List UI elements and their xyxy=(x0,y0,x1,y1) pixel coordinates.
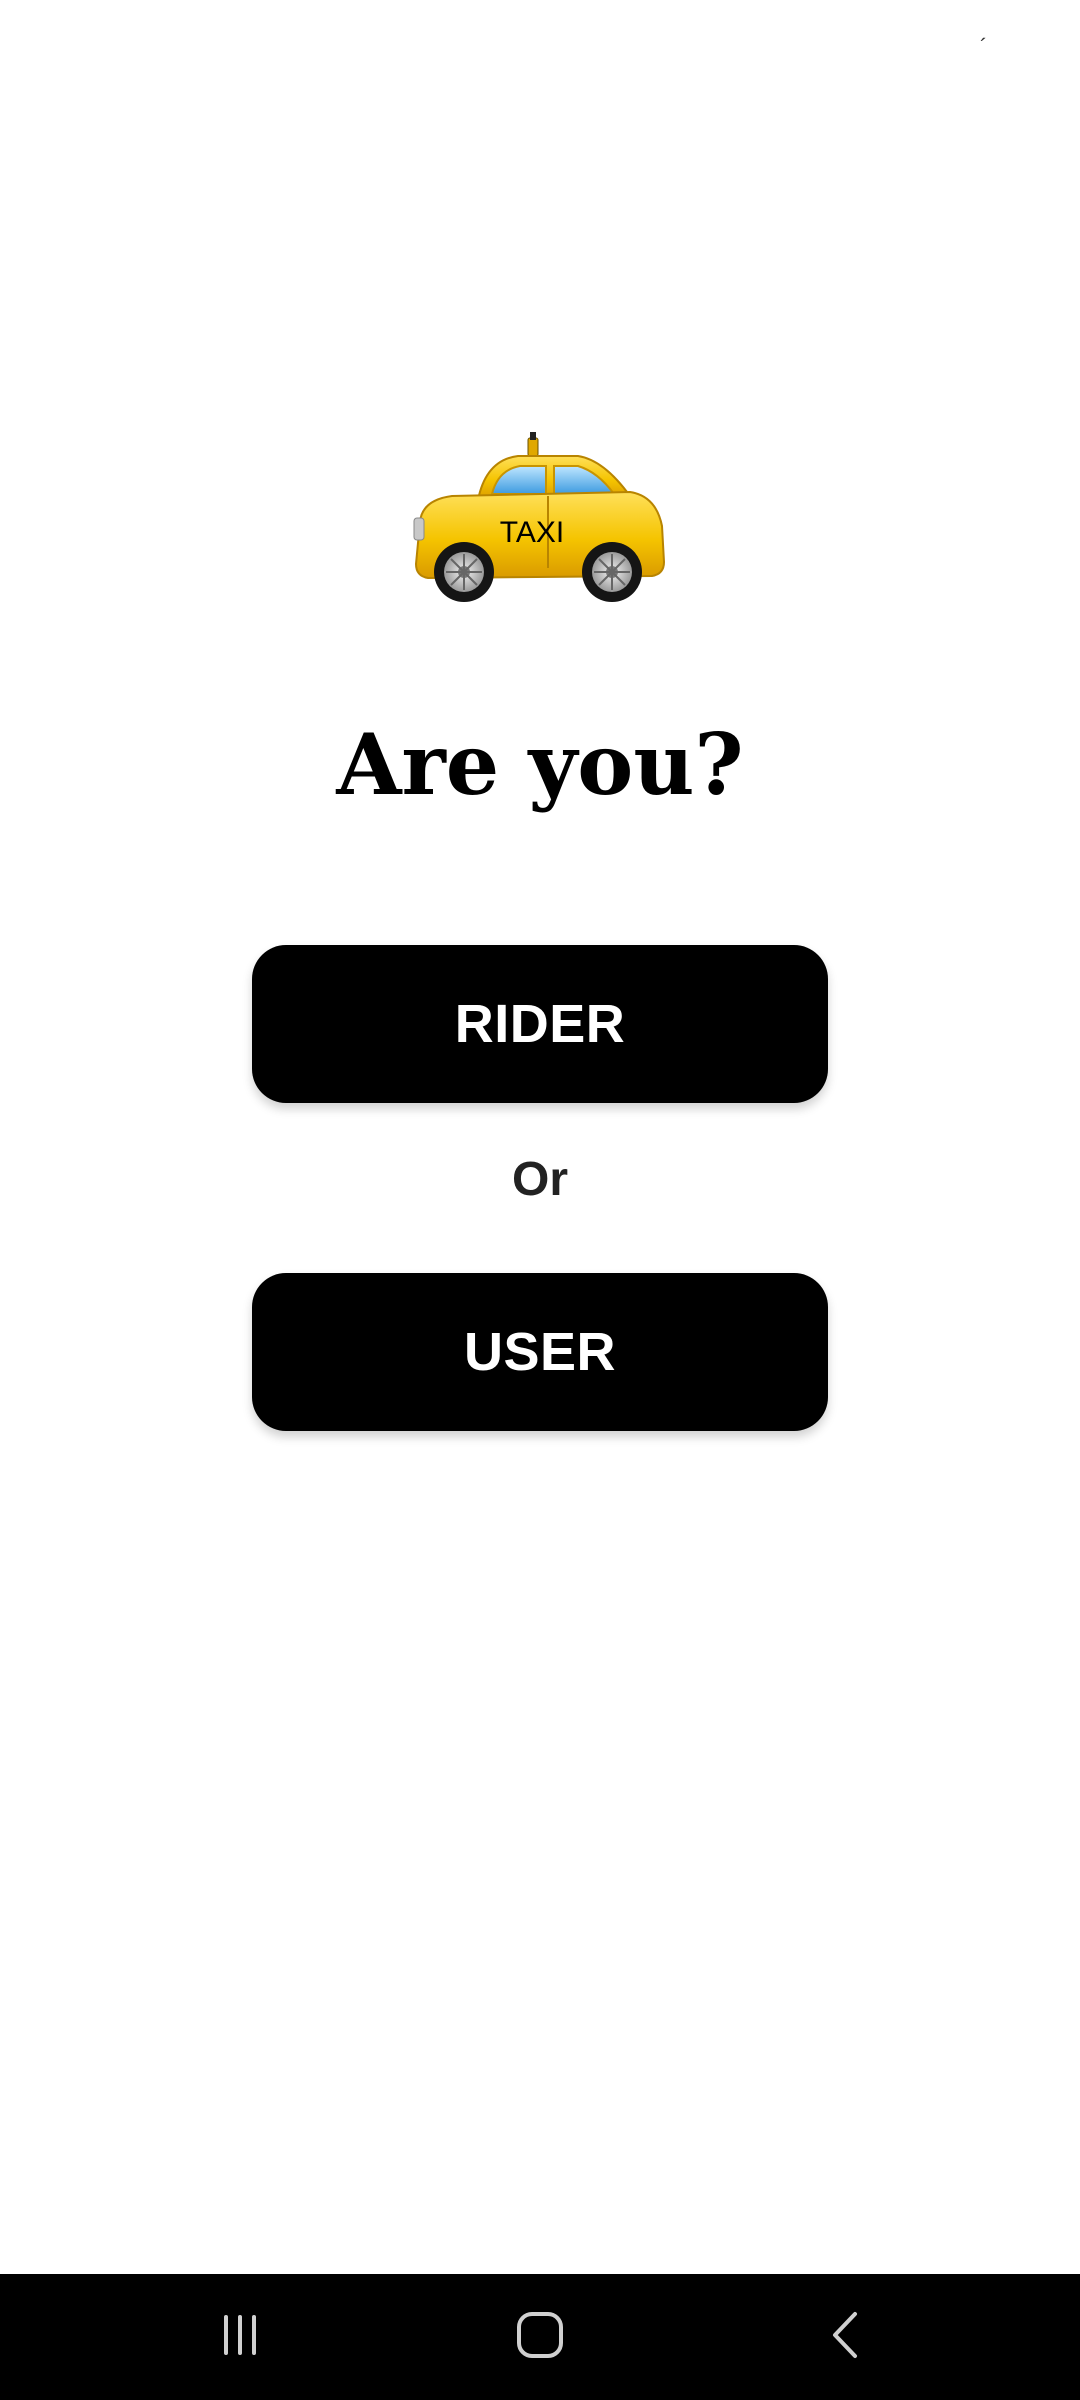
recents-icon xyxy=(218,2313,262,2362)
taxi-label: TAXI xyxy=(500,516,564,549)
navigation-bar xyxy=(0,2274,1080,2400)
taxi-icon: TAXI xyxy=(408,430,672,610)
home-button[interactable] xyxy=(460,2274,620,2400)
user-button[interactable]: USER xyxy=(252,1273,828,1431)
page-title: Are you? xyxy=(336,715,744,814)
status-mark: ´ xyxy=(980,34,988,59)
back-icon xyxy=(825,2310,865,2365)
home-icon xyxy=(515,2310,565,2365)
recents-button[interactable] xyxy=(160,2274,320,2400)
rider-button[interactable]: RIDER xyxy=(252,945,828,1103)
back-button[interactable] xyxy=(765,2274,925,2400)
or-separator: Or xyxy=(511,1153,568,1206)
